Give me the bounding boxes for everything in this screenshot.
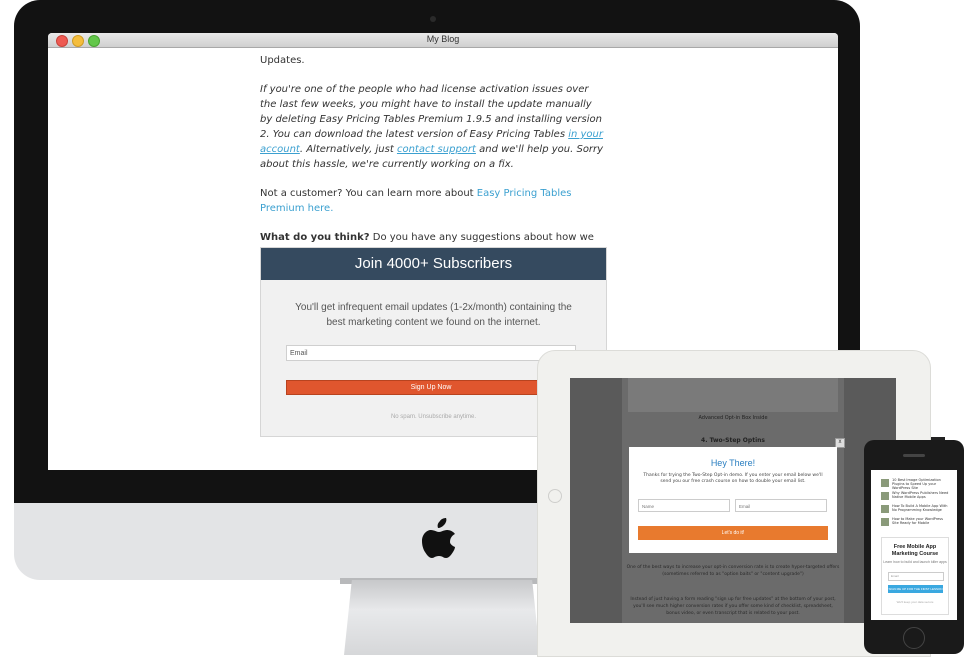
contact-support-link[interactable]: contact support	[397, 144, 476, 155]
list-item[interactable]: Why WordPress Publishers Need Native Mob…	[881, 491, 951, 501]
lets-do-it-button[interactable]: Let's do it!	[638, 526, 828, 540]
paragraph-text: If you're one of the people who had lice…	[260, 84, 602, 140]
list-item-title: How to Make your WordPress Site Ready fo…	[892, 517, 943, 525]
privacy-note: We'll keep your data secure	[896, 600, 934, 604]
bg-heading: 4. Two-Step Optins	[701, 437, 765, 444]
list-item[interactable]: How to Make your WordPress Site Ready fo…	[881, 517, 951, 527]
imac-stand	[344, 580, 540, 655]
course-signup-card: Free Mobile App Marketing Course Learn h…	[881, 537, 949, 615]
thumbnail-icon	[881, 492, 889, 500]
modal-title: Hey There!	[710, 458, 756, 468]
list-item-title: 10 Best Image Optimization Plugins to Sp…	[892, 478, 941, 490]
home-button-icon	[903, 627, 925, 649]
apple-logo-icon	[422, 518, 455, 558]
bg-caption: Advanced Opt-in Box Inside	[698, 415, 768, 421]
bg-paragraph: One of the best ways to increase your op…	[626, 565, 840, 577]
blog-post-body: Updates. If you're one of the people who…	[260, 53, 606, 274]
bg-optin-box	[628, 378, 838, 412]
card-title: Free Mobile App Marketing Course	[891, 544, 939, 557]
customer-paragraph: Not a customer? You can learn more about…	[260, 186, 606, 216]
home-button-icon	[548, 489, 562, 503]
two-step-optin-modal: Hey There! Thanks for trying the Two-Ste…	[629, 447, 837, 553]
thumbnail-icon	[881, 505, 889, 513]
license-paragraph: If you're one of the people who had lice…	[260, 82, 606, 172]
modal-text: Thanks for trying the Two-Step Opt-in de…	[643, 473, 823, 484]
list-item[interactable]: 10 Best Image Optimization Plugins to Sp…	[881, 478, 951, 490]
sign-up-button[interactable]: Sign Up Now	[286, 380, 576, 395]
iphone-screen: 10 Best Image Optimization Plugins to Sp…	[871, 470, 957, 620]
email-field[interactable]: Email	[735, 499, 827, 512]
email-field[interactable]: Email	[286, 345, 576, 361]
name-field[interactable]: Name	[638, 499, 730, 512]
ipad-screen: Advanced Opt-in Box Inside 4. Two-Step O…	[570, 378, 896, 623]
subscribe-subtext: You'll get infrequent email updates (1-2…	[295, 302, 572, 328]
list-item-title: Why WordPress Publishers Need Native Mob…	[892, 491, 949, 499]
signup-button[interactable]: SIGN ME UP FOR THE FIRST LESSON	[888, 585, 943, 593]
card-subtitle: Learn how to build and launch killer app…	[883, 560, 947, 564]
speaker-icon	[903, 454, 925, 457]
bg-paragraph: Instead of just having a form reading "s…	[630, 597, 836, 616]
list-item-title: How To Build A Mobile App With No Progra…	[892, 504, 948, 512]
email-field[interactable]: Email	[888, 572, 944, 581]
list-item[interactable]: How To Build A Mobile App With No Progra…	[881, 504, 951, 514]
updates-heading: Updates.	[260, 55, 305, 66]
subscribe-heading: Join 4000+ Subscribers	[261, 248, 606, 280]
feedback-question: What do you think?	[260, 232, 370, 243]
paragraph-text: Not a customer? You can learn more about	[260, 188, 477, 199]
window-title: My Blog	[426, 34, 460, 44]
thumbnail-icon	[881, 518, 889, 526]
camera-icon	[430, 16, 436, 22]
thumbnail-icon	[881, 479, 889, 487]
paragraph-text: . Alternatively, just	[299, 144, 397, 155]
window-titlebar[interactable]: My Blog	[48, 33, 838, 48]
